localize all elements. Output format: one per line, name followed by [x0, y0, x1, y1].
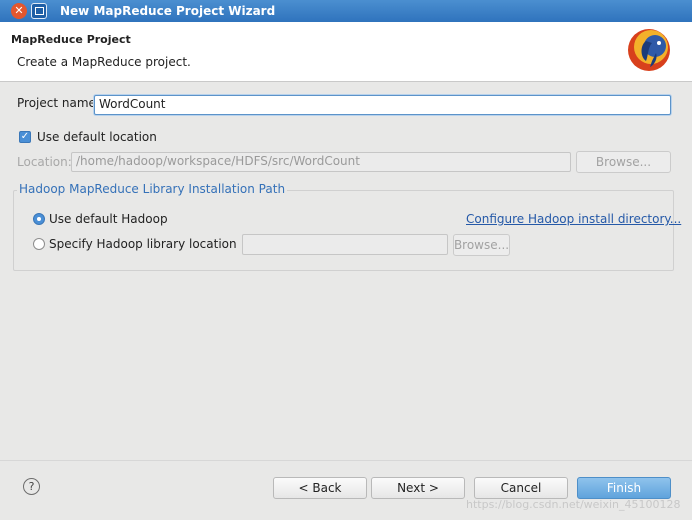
specify-hadoop-location-label: Specify Hadoop library location: [49, 237, 237, 251]
hadoop-library-group-title: Hadoop MapReduce Library Installation Pa…: [17, 182, 288, 196]
location-browse-button[interactable]: Browse...: [576, 151, 671, 173]
close-icon[interactable]: ✕: [11, 3, 27, 19]
location-input[interactable]: /home/hadoop/workspace/HDFS/src/WordCoun…: [71, 152, 571, 172]
window-title: New MapReduce Project Wizard: [60, 4, 276, 18]
page-description: Create a MapReduce project.: [17, 55, 191, 69]
page-title: MapReduce Project: [11, 33, 131, 46]
watermark-text: https://blog.csdn.net/weixin_45100128: [466, 498, 681, 511]
next-button[interactable]: Next >: [371, 477, 465, 499]
configure-hadoop-link[interactable]: Configure Hadoop install directory...: [466, 212, 681, 226]
hadoop-browse-button[interactable]: Browse...: [453, 234, 510, 256]
location-label: Location:: [17, 155, 72, 169]
title-bar: ✕ New MapReduce Project Wizard: [0, 0, 692, 22]
use-default-location-checkbox[interactable]: ✓: [19, 131, 31, 143]
wizard-header: MapReduce Project Create a MapReduce pro…: [0, 22, 692, 82]
maximize-icon[interactable]: [31, 3, 47, 19]
use-default-hadoop-radio[interactable]: [33, 213, 45, 225]
hadoop-elephant-icon: [628, 29, 670, 71]
hadoop-location-input[interactable]: [242, 234, 448, 255]
project-name-input[interactable]: WordCount: [94, 95, 671, 115]
footer-divider: [0, 460, 692, 461]
help-icon[interactable]: ?: [23, 478, 40, 495]
finish-button[interactable]: Finish: [577, 477, 671, 499]
specify-hadoop-location-radio[interactable]: [33, 238, 45, 250]
back-button[interactable]: < Back: [273, 477, 367, 499]
cancel-button[interactable]: Cancel: [474, 477, 568, 499]
use-default-location-label: Use default location: [37, 130, 157, 144]
use-default-hadoop-label: Use default Hadoop: [49, 212, 168, 226]
hadoop-library-group: [13, 190, 674, 271]
project-name-label: Project name:: [17, 96, 100, 110]
